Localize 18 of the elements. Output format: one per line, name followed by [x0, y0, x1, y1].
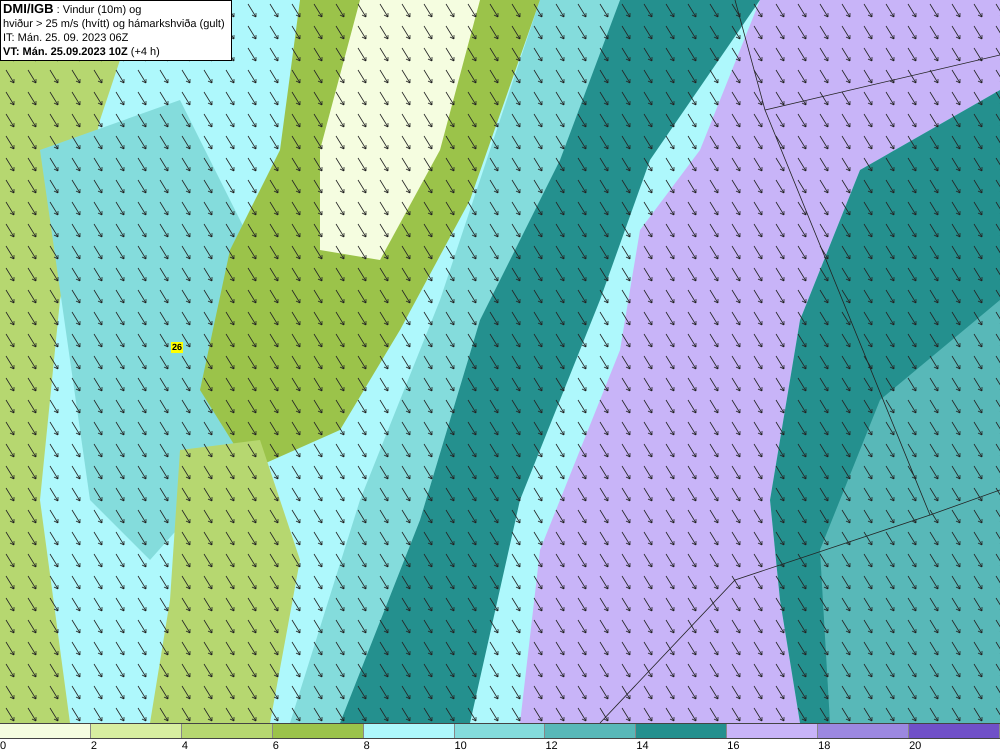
- legend-tick: 8: [364, 740, 370, 752]
- legend-tick: 2: [90, 740, 98, 752]
- title-text: : Vindur (10m) og: [56, 4, 142, 16]
- legend-tick: 16: [727, 740, 740, 752]
- source-label: DMI/IGB: [3, 1, 54, 16]
- legend-tick: 0: [0, 740, 6, 752]
- legend-tick: 14: [636, 740, 649, 752]
- subtitle-text: hviður > 25 m/s (hvítt) og hámarkshviða (gult): [3, 17, 226, 31]
- legend-tick: 18: [818, 740, 830, 752]
- legend-tick: 20: [909, 740, 922, 752]
- legend-tick: 12: [545, 740, 558, 752]
- legend-tick: 6: [272, 740, 279, 752]
- issue-time: IT: Mán. 25. 09. 2023 06Z: [3, 31, 130, 45]
- lead-time: (+4 h): [130, 46, 160, 58]
- valid-time: VT: Mán. 25.09.2023 10Z: [3, 46, 128, 58]
- legend-tick: 10: [454, 740, 467, 752]
- legend-tick: 4: [182, 740, 188, 752]
- gust-marker: 26: [171, 342, 184, 353]
